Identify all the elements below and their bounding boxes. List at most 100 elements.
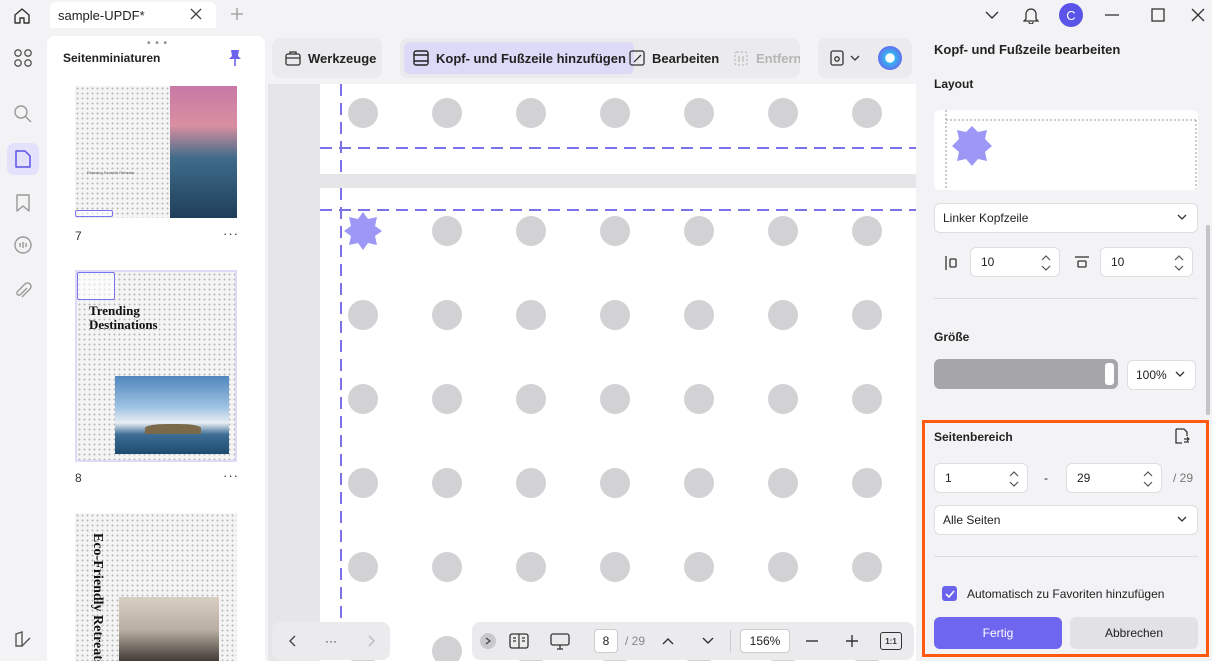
- layout-preview: [934, 110, 1198, 190]
- left-margin-input[interactable]: 10: [970, 247, 1060, 277]
- top-margin-icon: [1074, 255, 1090, 272]
- stepper-icon[interactable]: [1009, 469, 1019, 489]
- range-to-input[interactable]: 29: [1066, 463, 1162, 493]
- confirm-button[interactable]: Fertig: [934, 617, 1062, 649]
- size-slider-knob[interactable]: [1105, 363, 1114, 385]
- top-margin-input[interactable]: 10: [1100, 247, 1193, 277]
- ai-assistant-icon[interactable]: [878, 46, 902, 70]
- extra-tools-group: [818, 38, 912, 78]
- edit-icon: [629, 50, 645, 66]
- current-page-input[interactable]: 8: [594, 629, 618, 653]
- rock-photo: [119, 597, 219, 661]
- collapse-icon[interactable]: [480, 633, 496, 649]
- presentation-icon[interactable]: [548, 630, 572, 652]
- panel-drag-handle[interactable]: • • •: [147, 38, 168, 49]
- dot-pattern: [320, 188, 916, 661]
- total-pages-label: / 29: [624, 634, 645, 648]
- size-select[interactable]: 100%: [1127, 360, 1196, 390]
- page-range-settings-icon[interactable]: [1173, 427, 1191, 448]
- view-controls-group: 8 / 29 156% 1:1: [472, 622, 914, 660]
- stepper-icon[interactable]: [1041, 253, 1051, 273]
- chevron-down-icon: [1175, 371, 1185, 377]
- dot-pattern: [320, 84, 916, 174]
- remove-button[interactable]: Entfernen: [724, 42, 800, 74]
- bookmark-icon[interactable]: [7, 187, 39, 219]
- next-page-icon[interactable]: [362, 630, 382, 652]
- close-tab-icon[interactable]: [188, 6, 204, 22]
- actual-size-button[interactable]: 1:1: [880, 632, 902, 650]
- page-7-more-button[interactable]: ···: [223, 226, 239, 241]
- thumbnails-icon[interactable]: [7, 143, 39, 175]
- zoom-level-input[interactable]: 156%: [740, 629, 790, 653]
- remove-icon: [734, 51, 748, 66]
- layers-icon[interactable]: [7, 623, 39, 655]
- page-nav-group: ···: [272, 622, 390, 660]
- page-thumbnail-9[interactable]: Eco-Friendly Retreats: [75, 513, 237, 661]
- pages-select[interactable]: Alle Seiten: [934, 505, 1198, 535]
- position-select[interactable]: Linker Kopfzeile: [934, 203, 1198, 233]
- range-from-value: 1: [945, 471, 952, 485]
- zoom-in-icon[interactable]: [842, 630, 862, 652]
- document-tab[interactable]: sample-UPDF*: [50, 2, 216, 28]
- header-footer-toolbar: Kopf- und Fußzeile hinzufügen Bearbeiten…: [400, 38, 800, 78]
- home-icon[interactable]: [10, 5, 34, 27]
- left-margin-value: 10: [981, 255, 995, 269]
- divider: [934, 298, 1198, 299]
- left-margin-icon: [944, 255, 958, 274]
- island-photo: [115, 376, 229, 454]
- size-slider[interactable]: [934, 359, 1118, 389]
- more-pages-button[interactable]: ···: [320, 630, 342, 652]
- range-total-label: / 29: [1173, 471, 1194, 485]
- toolbox-icon: [285, 51, 301, 66]
- search-icon[interactable]: [7, 98, 39, 130]
- page-thumbnail-8[interactable]: Trending Destinations: [75, 270, 237, 462]
- zoom-out-icon[interactable]: [802, 630, 822, 652]
- page-7-fragment: [320, 84, 916, 174]
- attachment-icon[interactable]: [7, 275, 39, 307]
- apps-icon[interactable]: [7, 42, 39, 74]
- add-header-footer-label: Kopf- und Fußzeile hinzufügen: [436, 50, 626, 66]
- stepper-icon[interactable]: [1143, 469, 1153, 489]
- pages-select-value: Alle Seiten: [943, 513, 1001, 527]
- page-8-canvas: [320, 188, 916, 661]
- comment-icon[interactable]: [7, 229, 39, 261]
- minimize-icon[interactable]: [1102, 3, 1122, 27]
- range-from-input[interactable]: 1: [934, 463, 1028, 493]
- close-window-icon[interactable]: [1188, 3, 1208, 27]
- header-marker: [75, 210, 113, 217]
- chevron-down-icon: [850, 55, 860, 61]
- edit-button[interactable]: Bearbeiten: [620, 42, 727, 74]
- position-select-value: Linker Kopfzeile: [943, 211, 1029, 225]
- previous-page-icon[interactable]: [282, 630, 302, 652]
- user-avatar[interactable]: C: [1058, 3, 1084, 27]
- panel-scrollbar[interactable]: [1206, 225, 1210, 415]
- left-rail: [0, 30, 46, 661]
- save-menu-button[interactable]: [824, 42, 864, 74]
- cancel-button[interactable]: Abbrechen: [1070, 617, 1198, 649]
- title-bar: sample-UPDF* C: [0, 0, 1212, 30]
- chevron-down-icon[interactable]: [982, 3, 1002, 27]
- stepper-icon[interactable]: [1174, 253, 1184, 273]
- range-to-value: 29: [1077, 471, 1091, 485]
- page-up-icon[interactable]: [658, 630, 678, 652]
- bell-icon[interactable]: [1020, 3, 1042, 27]
- tools-button[interactable]: Werkzeuge: [276, 42, 384, 74]
- page-number-7: 7: [75, 229, 82, 243]
- add-tab-icon[interactable]: [228, 5, 246, 23]
- divider: [934, 556, 1198, 557]
- favorites-checkbox[interactable]: [942, 586, 957, 601]
- tools-group: Werkzeuge: [272, 38, 382, 78]
- favorites-label[interactable]: Automatisch zu Favoriten hinzufügen: [967, 587, 1164, 601]
- maximize-icon[interactable]: [1148, 3, 1168, 27]
- chevron-down-icon: [1177, 516, 1187, 522]
- tools-label: Werkzeuge: [308, 50, 377, 66]
- document-canvas[interactable]: [268, 84, 916, 661]
- add-header-footer-button[interactable]: Kopf- und Fußzeile hinzufügen: [404, 42, 634, 74]
- page-down-icon[interactable]: [698, 630, 718, 652]
- pin-icon[interactable]: [227, 49, 243, 67]
- save-icon: [830, 50, 844, 66]
- page-thumbnail-7[interactable]: Relaxing Seaside Retreats: [75, 86, 237, 218]
- size-select-value: 100%: [1136, 368, 1167, 382]
- page-8-more-button[interactable]: ···: [223, 468, 239, 483]
- reading-mode-icon[interactable]: [508, 630, 530, 652]
